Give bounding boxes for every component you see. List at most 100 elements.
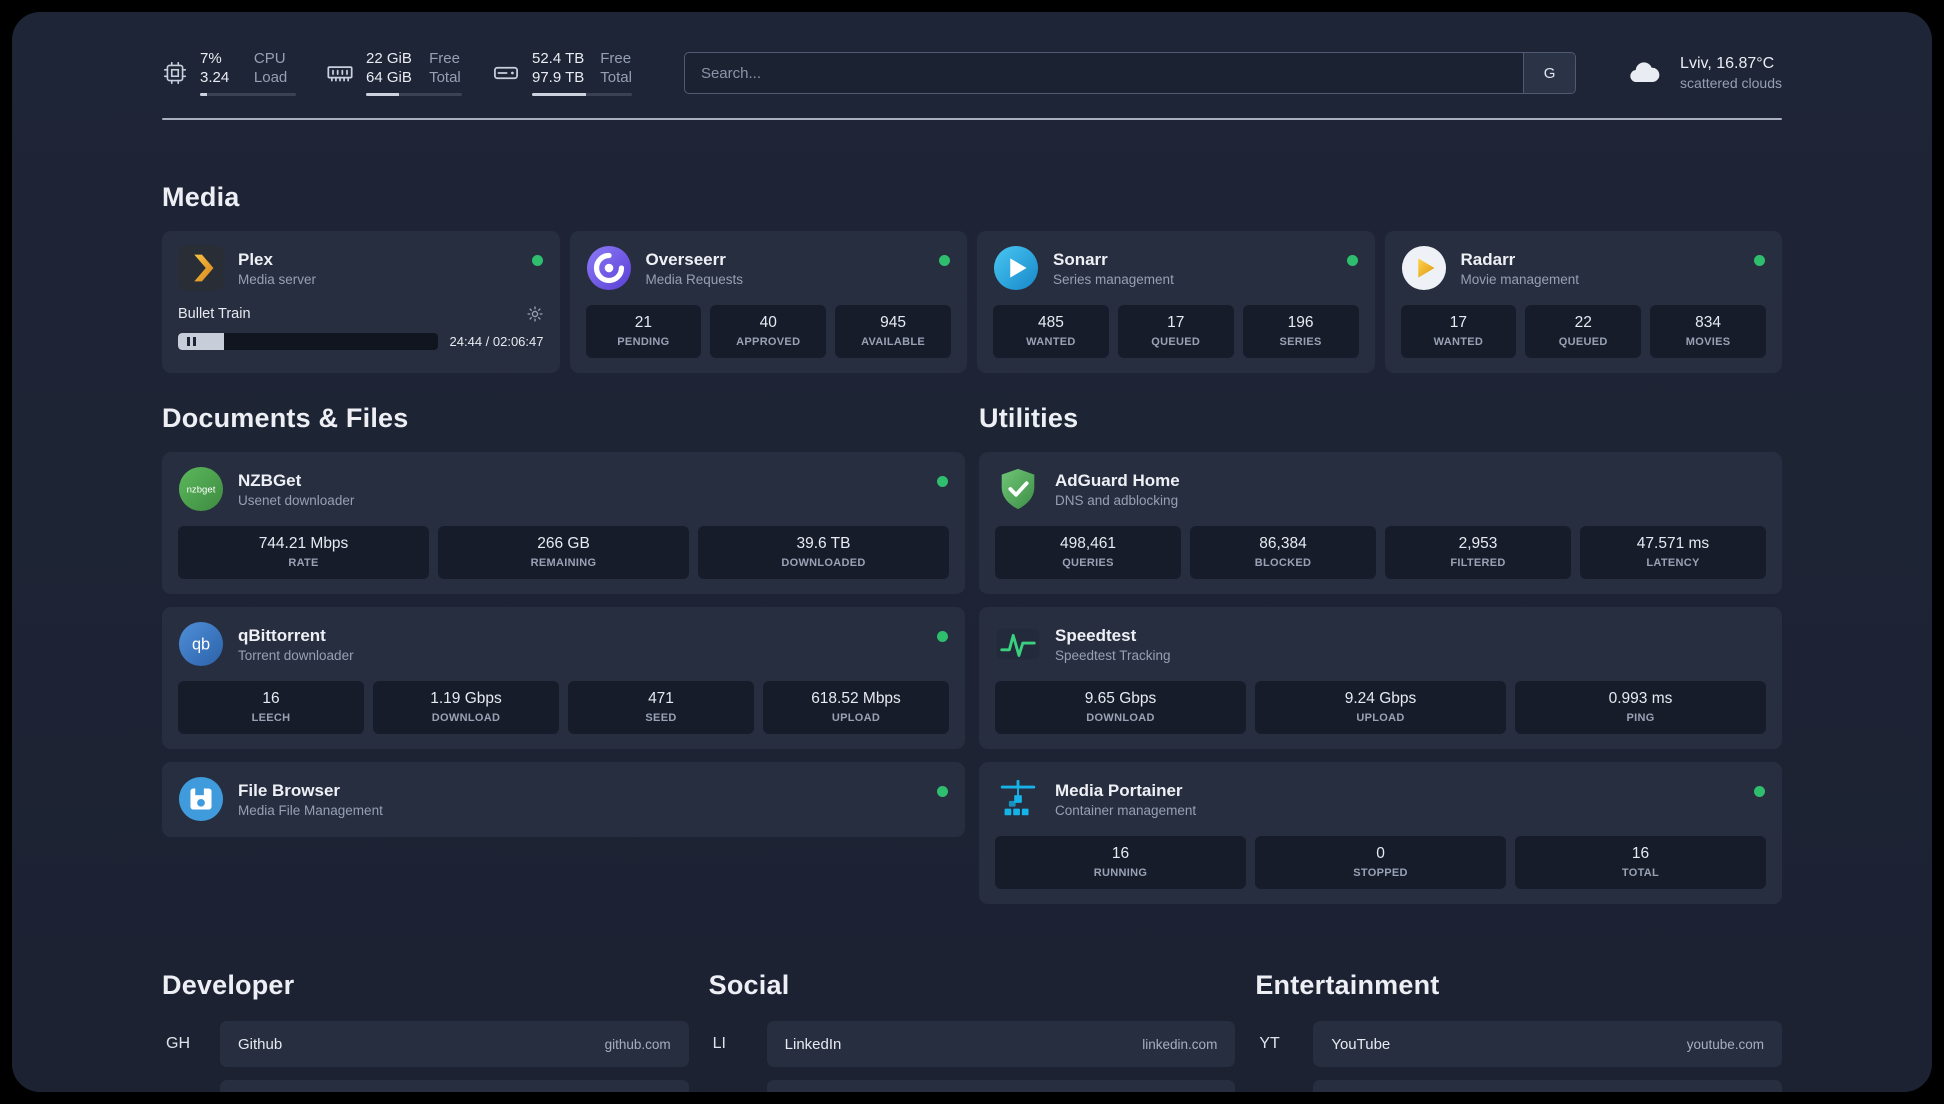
app-frame: 7% CPU 3.24 Load 22 GiB Free 64 GiB Tota…	[0, 0, 1944, 1104]
service-name: qBittorrent	[238, 626, 326, 645]
cpu-percent: 7%	[200, 50, 222, 67]
service-card-nzbget[interactable]: nzbget NZBGet Usenet downloader 744.21 M…	[162, 452, 965, 594]
dashboard-panel: 7% CPU 3.24 Load 22 GiB Free 64 GiB Tota…	[12, 12, 1932, 1092]
disk-widget: 52.4 TB Free 97.9 TB Total	[492, 50, 632, 96]
service-name: Sonarr	[1053, 250, 1108, 269]
service-card-overseerr[interactable]: Overseerr Media Requests 21 PENDING 40 APP…	[569, 231, 967, 373]
overseerr-icon	[586, 245, 632, 291]
bookmark-name: YouTube	[1331, 1035, 1391, 1053]
status-dot	[937, 631, 948, 642]
stat-seed: 471 SEED	[568, 681, 754, 734]
disk-free-label: Free	[600, 50, 632, 67]
bookmark-twitter[interactable]: TW Twitter twitter.com	[709, 1080, 1236, 1092]
stat-leech: 16 LEECH	[178, 681, 364, 734]
playback-progress-bar[interactable]	[178, 333, 438, 350]
stat-queued: 22 QUEUED	[1525, 305, 1642, 358]
memory-total-label: Total	[429, 69, 461, 86]
bookmark-github[interactable]: GH Github github.com	[162, 1021, 689, 1067]
service-desc: Torrent downloader	[238, 648, 354, 663]
cpu-usage-bar	[200, 93, 296, 96]
topbar-divider	[162, 118, 1782, 120]
svg-text:qb: qb	[192, 636, 210, 654]
gear-icon[interactable]	[526, 305, 544, 323]
service-desc: Media Requests	[645, 272, 744, 287]
stat-stopped: 0 STOPPED	[1255, 836, 1506, 889]
service-card-portainer[interactable]: Media Portainer Container management 16 R…	[979, 762, 1782, 904]
service-card-filebrowser[interactable]: File Browser Media File Management	[162, 762, 965, 837]
status-dot	[937, 476, 948, 487]
stat-filtered: 2,953 FILTERED	[1385, 526, 1571, 579]
service-desc: Usenet downloader	[238, 493, 355, 508]
cpu-load-label: Load	[253, 69, 288, 86]
service-card-speedtest[interactable]: Speedtest Speedtest Tracking 9.65 Gbps DO…	[979, 607, 1782, 749]
bookmark-abbr: YT	[1259, 1035, 1280, 1052]
pause-icon[interactable]	[178, 333, 224, 350]
topbar: 7% CPU 3.24 Load 22 GiB Free 64 GiB Tota…	[162, 50, 1782, 96]
bookmark-name: Github	[238, 1035, 283, 1053]
media-group: Plex Media server Bullet Train 24:44 / 0…	[162, 231, 1782, 373]
nzbget-icon: nzbget	[178, 466, 224, 512]
status-dot	[1346, 255, 1358, 266]
service-desc: Speedtest Tracking	[1055, 648, 1171, 663]
service-name: File Browser	[238, 781, 341, 800]
disk-icon	[492, 59, 520, 87]
search-input[interactable]	[684, 53, 1524, 93]
status-dot	[937, 786, 948, 797]
cloud-icon	[1620, 55, 1666, 91]
section-title-media: Media	[162, 182, 240, 212]
status-dot	[1754, 786, 1765, 797]
search-bar: G	[683, 52, 1577, 94]
service-card-plex[interactable]: Plex Media server Bullet Train 24:44 / 0…	[162, 231, 560, 373]
disk-free-value: 52.4 TB	[532, 50, 585, 67]
disk-total-label: Total	[600, 69, 632, 86]
bookmark-netflix[interactable]: NF Netflix netflix.com	[1255, 1080, 1782, 1092]
section-title-developer: Developer	[162, 970, 295, 1000]
stat-blocked: 86,384 BLOCKED	[1190, 526, 1376, 579]
qbittorrent-icon: qb	[178, 621, 224, 667]
stat-series: 196 SERIES	[1242, 305, 1359, 358]
service-card-radarr[interactable]: Radarr Movie management 17 WANTED 22 QUEUE…	[1384, 231, 1782, 373]
bookmark-url: youtube.com	[1686, 1036, 1764, 1052]
service-desc: Media File Management	[238, 803, 383, 818]
stat-rate: 744.21 Mbps RATE	[178, 526, 429, 579]
memory-free-label: Free	[429, 50, 460, 67]
speedtest-icon	[995, 621, 1041, 667]
service-card-qbittorrent[interactable]: qb qBittorrent Torrent downloader 16 LEEC…	[162, 607, 965, 749]
search-provider-button[interactable]: G	[1523, 53, 1576, 93]
stat-movies: 834 MOVIES	[1650, 305, 1766, 358]
service-name: Media Portainer	[1055, 781, 1183, 800]
service-desc: DNS and adblocking	[1055, 493, 1179, 508]
stat-wanted: 485 WANTED	[993, 305, 1109, 358]
disk-usage-bar	[532, 93, 632, 96]
status-dot	[939, 255, 950, 266]
section-title-entertainment: Entertainment	[1255, 970, 1440, 1000]
bookmark-stackoverflow[interactable]: SO StackOverflow stackoverflow.com	[162, 1080, 689, 1092]
bookmarks-developer: Developer GH Github github.com SO StackO…	[162, 970, 689, 1092]
playback-time: 24:44 / 02:06:47	[449, 334, 544, 349]
memory-total-value: 64 GiB	[366, 69, 412, 86]
stat-queries: 498,461 QUERIES	[995, 526, 1181, 579]
stat-upload: 9.24 Gbps UPLOAD	[1255, 681, 1506, 734]
service-name: Plex	[238, 250, 273, 269]
stat-total: 16 TOTAL	[1515, 836, 1766, 889]
bookmark-url: github.com	[604, 1036, 671, 1052]
stat-available: 945 AVAILABLE	[835, 305, 951, 358]
cpu-chip-icon	[162, 60, 188, 86]
bookmark-linkedin[interactable]: LI LinkedIn linkedin.com	[709, 1021, 1236, 1067]
cpu-label: CPU	[253, 50, 286, 67]
portainer-icon	[995, 776, 1041, 822]
service-card-sonarr[interactable]: Sonarr Series management 485 WANTED 17 QUE…	[977, 231, 1375, 373]
weather-location: Lviv, 16.87°C	[1680, 55, 1775, 72]
stat-remaining: 266 GB REMAINING	[438, 526, 689, 579]
memory-icon	[326, 59, 354, 87]
section-title-documents: Documents & Files	[162, 403, 409, 433]
weather-condition: scattered clouds	[1680, 75, 1782, 91]
service-desc: Movie management	[1460, 272, 1580, 287]
radarr-icon	[1401, 245, 1447, 291]
bookmarks-entertainment: Entertainment YT YouTube youtube.com NF …	[1255, 970, 1782, 1092]
service-card-adguard[interactable]: AdGuard Home DNS and adblocking 498,461 Q…	[979, 452, 1782, 594]
bookmark-youtube[interactable]: YT YouTube youtube.com	[1255, 1021, 1782, 1067]
stat-download: 9.65 Gbps DOWNLOAD	[995, 681, 1246, 734]
plex-icon	[178, 245, 224, 291]
section-title-utilities: Utilities	[979, 403, 1079, 433]
